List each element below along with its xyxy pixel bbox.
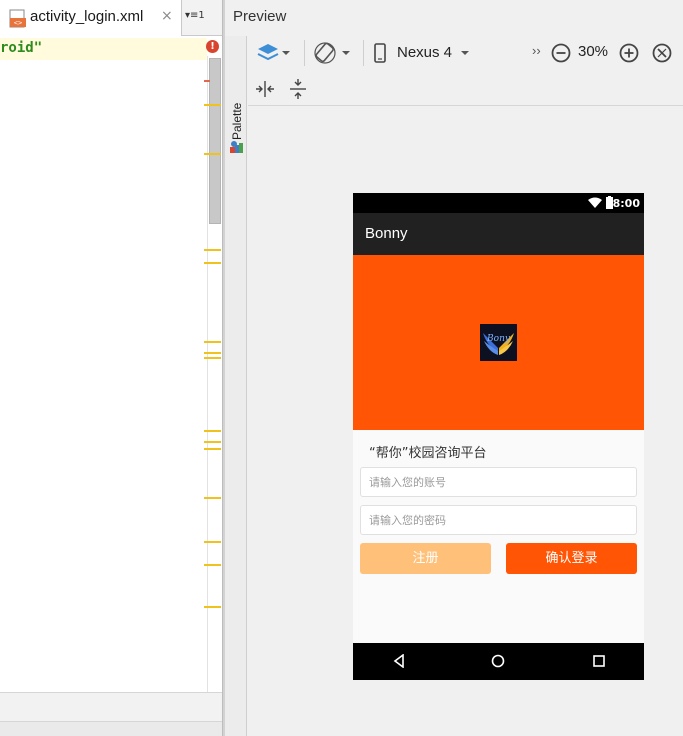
code-line-highlighted[interactable]: roid" <box>0 38 207 60</box>
app-action-bar: Bonny <box>353 213 644 255</box>
tab-label: activity_login.xml <box>30 8 144 25</box>
password-field[interactable] <box>360 505 637 535</box>
platform-subtitle: “帮你”校园咨询平台 <box>369 446 487 461</box>
palette-sidebar[interactable]: Palette <box>225 36 247 736</box>
close-icon[interactable]: × <box>161 8 173 24</box>
warning-stripe-mark[interactable] <box>204 104 221 106</box>
warning-stripe-mark[interactable] <box>204 262 221 264</box>
phone-device-icon[interactable] <box>373 39 387 67</box>
editor-scrollbar-thumb[interactable] <box>209 58 221 224</box>
warning-stripe-mark[interactable] <box>204 430 221 432</box>
app-title: Bonny <box>365 225 408 242</box>
password-input[interactable] <box>361 506 636 534</box>
android-navigation-bar <box>353 643 644 680</box>
register-button[interactable]: 注册 <box>360 543 491 574</box>
status-time: 8:00 <box>612 197 640 210</box>
preview-secondary-toolbar <box>248 72 683 106</box>
recent-apps-icon[interactable] <box>592 654 606 668</box>
preview-toolbar: Nexus 4 ›› 30% <box>248 36 683 70</box>
palette-icon[interactable] <box>229 140 244 154</box>
device-selector-label[interactable]: Nexus 4 <box>397 44 452 61</box>
wings-logo-icon: Bony <box>483 333 514 355</box>
app-logo: Bony <box>480 324 517 361</box>
warning-stripe-mark[interactable] <box>204 352 221 354</box>
toolbar-overflow-button[interactable]: ›› <box>532 43 541 58</box>
editor-tab-bar: <> activity_login.xml × ▾≡1 <box>0 0 222 36</box>
preview-title: Preview <box>233 8 287 25</box>
chevron-down-icon[interactable] <box>460 39 470 67</box>
account-field[interactable] <box>360 467 637 497</box>
warning-stripe-mark[interactable] <box>204 497 221 499</box>
login-button[interactable]: 确认登录 <box>506 543 637 574</box>
warning-stripe-mark[interactable] <box>204 357 221 359</box>
device-preview-screen[interactable]: 8:00 Bonny Bony “帮你”校园咨询平台 注册 确认 <box>353 193 644 680</box>
warning-stripe-mark[interactable] <box>204 249 221 251</box>
rotate-orientation-icon[interactable] <box>312 39 352 67</box>
logo-text: Bony <box>486 334 511 344</box>
error-stripe-mark[interactable] <box>204 80 210 82</box>
account-input[interactable] <box>361 468 636 496</box>
home-icon[interactable] <box>491 654 505 668</box>
hero-banner: Bony <box>353 255 644 430</box>
expand-horizontal-icon[interactable] <box>254 75 276 103</box>
editor-horizontal-scrollbar[interactable] <box>0 721 222 736</box>
xml-file-icon: <> <box>9 9 26 28</box>
svg-text:<>: <> <box>14 19 22 27</box>
warning-stripe-mark[interactable] <box>204 564 221 566</box>
ide-window: <> activity_login.xml × ▾≡1 roid" ! Prev… <box>0 0 683 736</box>
error-indicator-icon[interactable]: ! <box>206 40 219 53</box>
code-text: roid" <box>0 40 43 56</box>
warning-stripe-mark[interactable] <box>204 341 221 343</box>
warning-stripe-mark[interactable] <box>204 606 221 608</box>
warning-stripe-mark[interactable] <box>204 541 221 543</box>
palette-tab[interactable]: Palette <box>230 94 244 144</box>
warning-stripe-mark[interactable] <box>204 153 221 155</box>
expand-vertical-icon[interactable] <box>287 75 309 103</box>
warning-stripe-mark[interactable] <box>204 448 221 450</box>
layers-icon[interactable] <box>254 39 292 67</box>
back-icon[interactable] <box>392 654 406 668</box>
toolbar-separator <box>363 40 364 66</box>
zoom-to-fit-icon[interactable] <box>651 39 673 67</box>
palette-label: Palette <box>230 102 244 140</box>
zoom-out-icon[interactable] <box>550 39 572 67</box>
zoom-level: 30% <box>578 43 609 60</box>
android-status-bar: 8:00 <box>353 193 644 213</box>
warning-stripe-mark[interactable] <box>204 441 221 443</box>
tab-list-menu-button[interactable]: ▾≡1 <box>185 10 205 21</box>
xml-editor-pane: <> activity_login.xml × ▾≡1 roid" ! <box>0 0 222 736</box>
tab-activity-login-xml[interactable]: <> activity_login.xml × <box>0 0 182 36</box>
toolbar-separator <box>304 40 305 66</box>
zoom-in-icon[interactable] <box>618 39 640 67</box>
